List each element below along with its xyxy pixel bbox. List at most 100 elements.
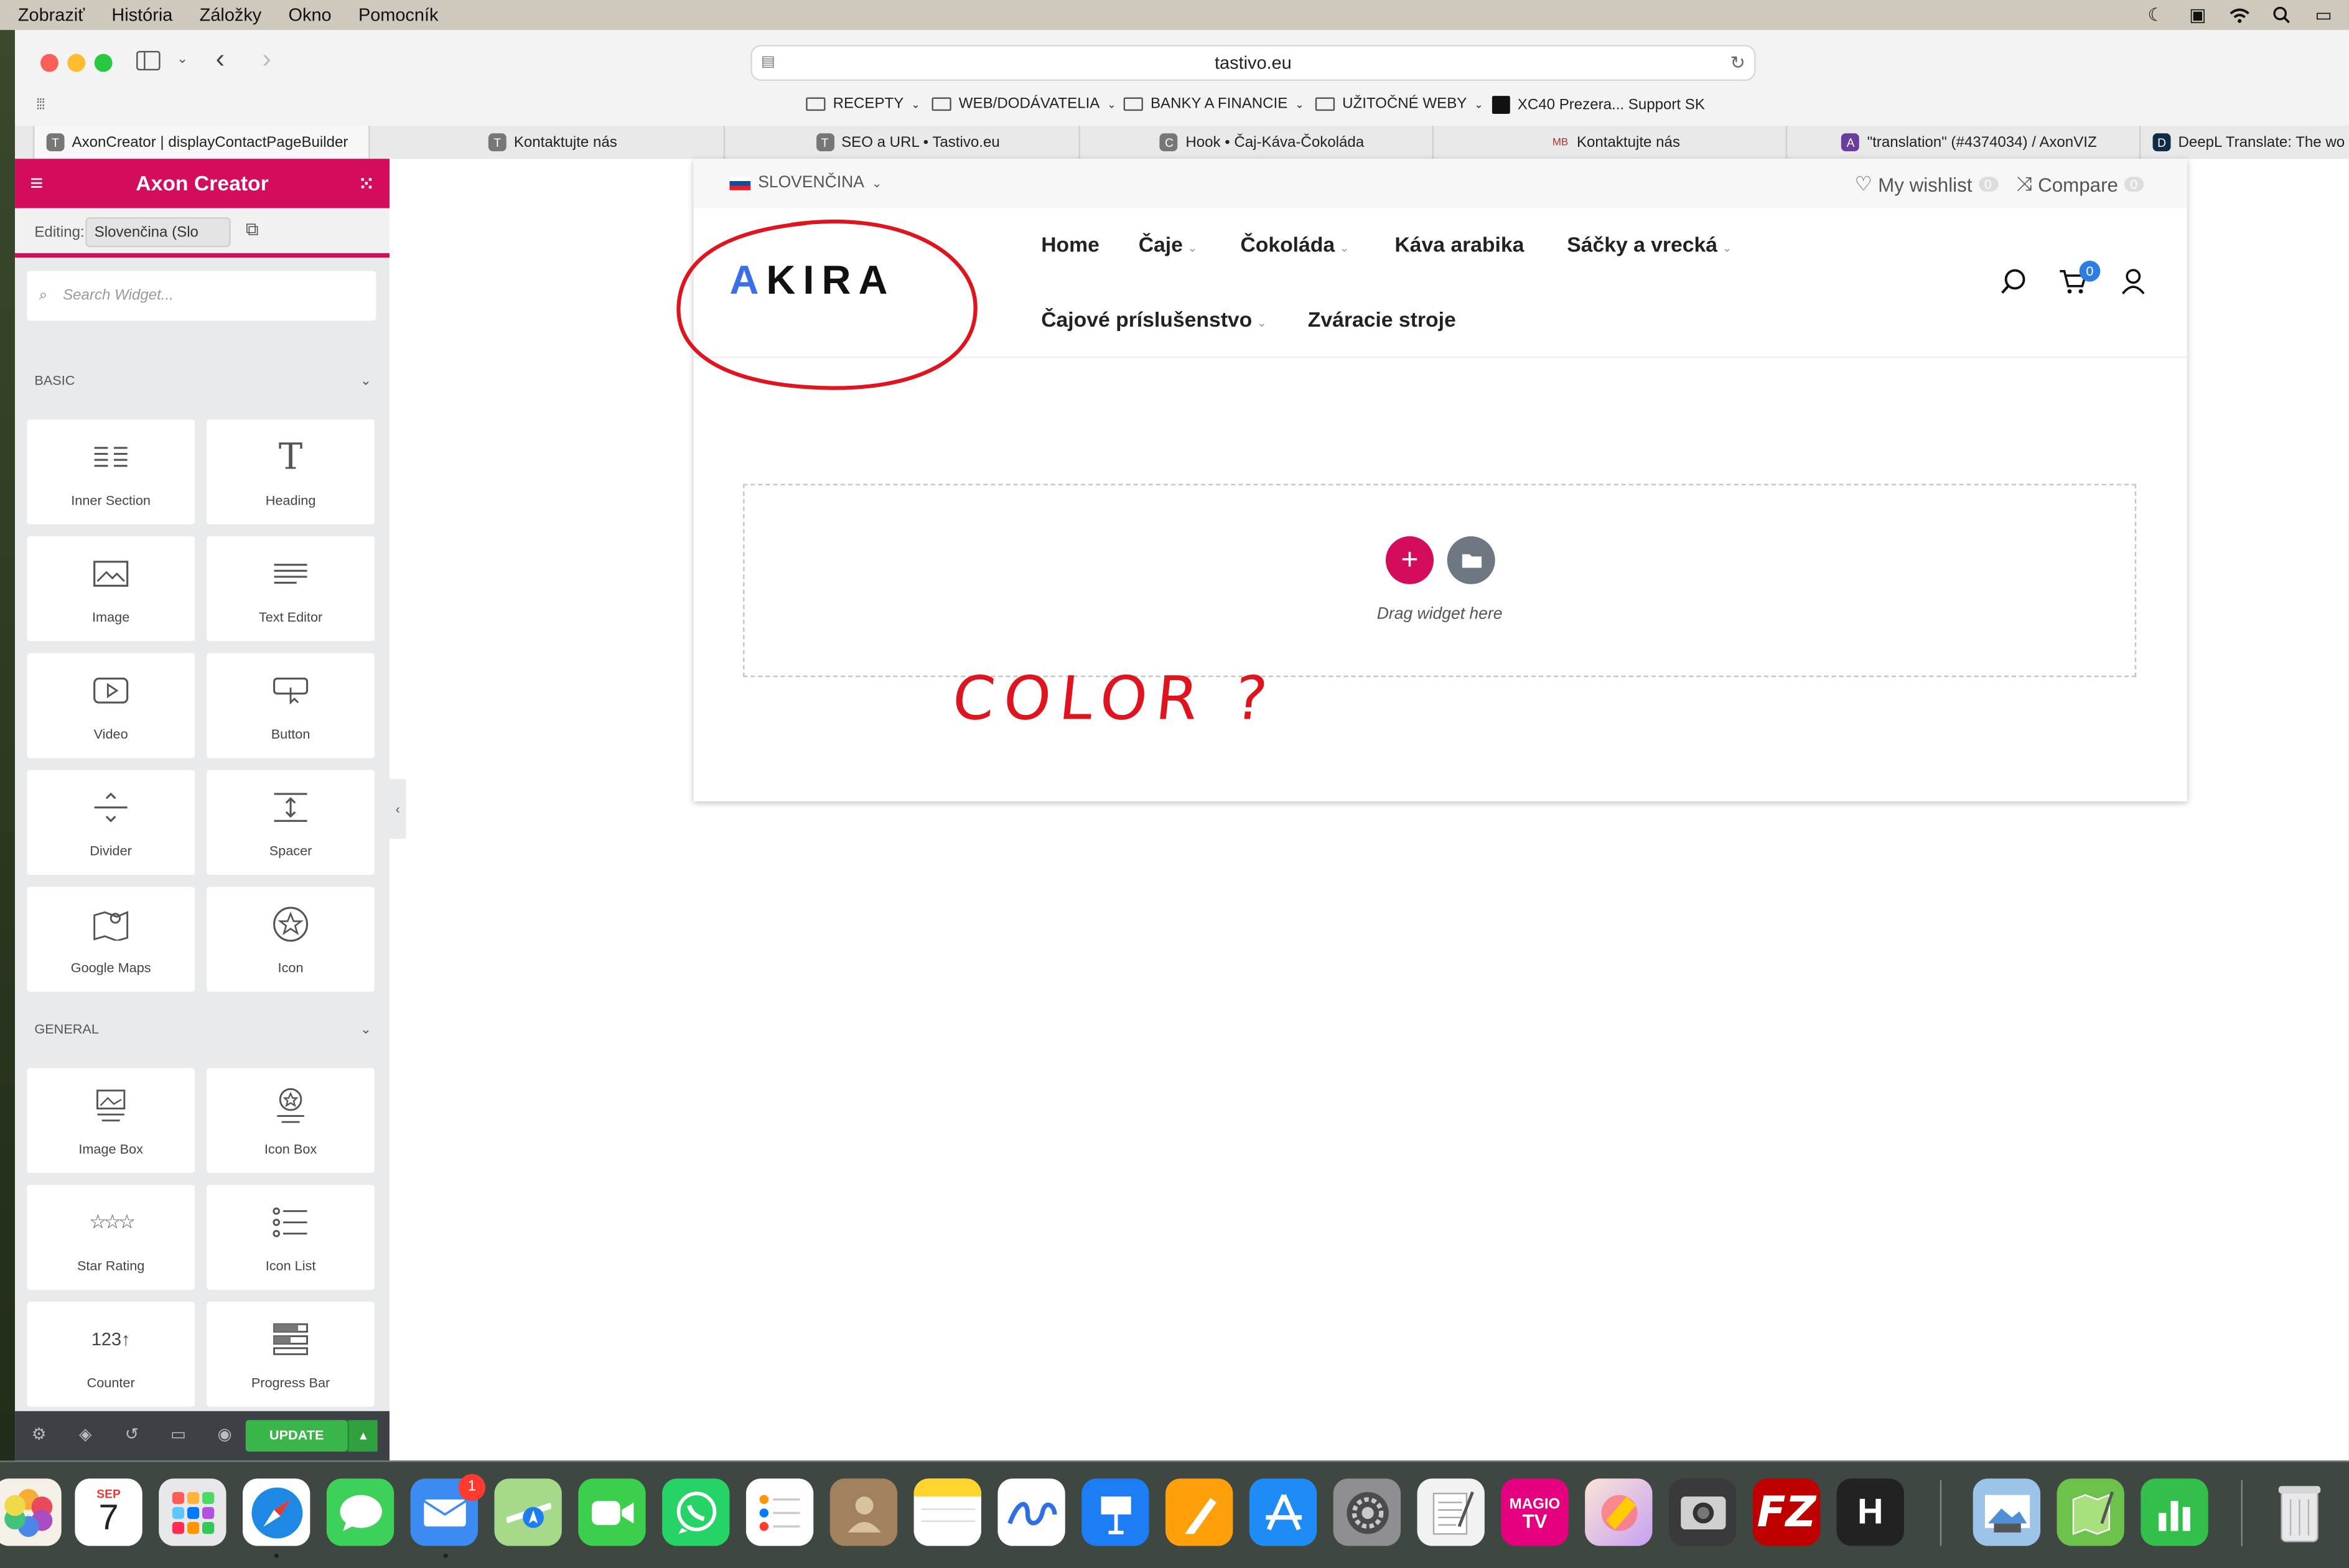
numbers-app-icon[interactable] — [2141, 1478, 2208, 1546]
contacts-app-icon[interactable] — [829, 1478, 898, 1546]
reload-icon[interactable]: ↻ — [1730, 47, 1745, 80]
menu-history[interactable]: História — [111, 4, 172, 26]
category-basic[interactable]: BASIC ⌄ — [34, 373, 371, 389]
page-settings-icon[interactable]: ▤ — [761, 47, 775, 80]
preview-app-icon[interactable] — [1973, 1478, 2041, 1546]
image-capture-app-icon[interactable] — [1668, 1478, 1737, 1546]
responsive-mode-icon[interactable]: ▭ — [168, 1425, 189, 1446]
add-section-button[interactable]: + — [1385, 536, 1434, 584]
menu-window[interactable]: Okno — [289, 4, 332, 26]
nav-caje[interactable]: Čaje ⌄ — [1139, 232, 1198, 256]
drop-zone[interactable]: + Drag widget here — [743, 483, 2137, 678]
tab-seo[interactable]: T SEO a URL • Tastivo.eu — [723, 126, 1079, 159]
wishlist-link[interactable]: ♡ My wishlist 0 — [1854, 172, 1998, 197]
menu-bookmarks[interactable]: Záložky — [200, 4, 262, 26]
nav-sacky[interactable]: Sáčky a vrecká ⌄ — [1567, 232, 1732, 256]
whatsapp-app-icon[interactable] — [662, 1478, 730, 1546]
tab-kontakt-2[interactable]: MB Kontaktujte nás — [1432, 126, 1786, 159]
update-options-caret-icon[interactable]: ▲ — [347, 1420, 378, 1452]
bookmark-folder-web[interactable]: WEB/DODÁVATELIA ⌄ — [932, 96, 1116, 113]
maps-document-app-icon[interactable] — [2057, 1478, 2124, 1546]
tab-kontakt[interactable]: T Kontaktujte nás — [368, 126, 724, 159]
copy-icon[interactable]: ⧉ — [246, 218, 259, 241]
spotlight-icon[interactable] — [2271, 4, 2292, 26]
textedit-app-icon[interactable] — [1417, 1478, 1485, 1546]
notes-app-icon[interactable] — [913, 1478, 981, 1546]
menu-view[interactable]: Zobraziť — [18, 4, 85, 26]
widget-image[interactable]: Image — [27, 536, 195, 642]
magio-tv-app-icon[interactable]: MAGIO TV — [1501, 1478, 1569, 1546]
widget-icon-list[interactable]: Icon List — [207, 1185, 375, 1290]
category-general[interactable]: GENERAL ⌄ — [34, 1022, 371, 1038]
sidebar-toggle-icon[interactable] — [136, 50, 161, 71]
reminders-app-icon[interactable] — [745, 1478, 814, 1546]
close-window-button[interactable] — [40, 54, 58, 72]
bookmark-folder-uzitocne[interactable]: UŽITOČNÉ WEBY ⌄ — [1315, 96, 1483, 113]
safari-app-icon[interactable] — [243, 1478, 311, 1546]
system-settings-app-icon[interactable] — [1333, 1478, 1401, 1546]
widget-video[interactable]: Video — [27, 653, 195, 758]
keynote-app-icon[interactable] — [1081, 1478, 1149, 1546]
add-template-button[interactable] — [1447, 536, 1495, 584]
widget-text-editor[interactable]: Text Editor — [207, 536, 375, 642]
user-account-icon[interactable] — [2121, 268, 2146, 302]
url-bar[interactable]: ▤ tastivo.eu ↻ — [750, 45, 1756, 82]
widget-star-rating[interactable]: ☆☆☆ Star Rating — [27, 1185, 195, 1290]
tab-hook[interactable]: C Hook • Čaj-Káva-Čokoláda — [1078, 126, 1432, 159]
screen-mirroring-icon[interactable]: ▭ — [2313, 4, 2334, 26]
update-button[interactable]: UPDATE — [245, 1420, 348, 1452]
minimize-window-button[interactable] — [67, 54, 86, 72]
widget-counter[interactable]: 123↑ Counter — [27, 1302, 195, 1407]
bookmark-folder-recepty[interactable]: RECEPTY ⌄ — [806, 96, 920, 113]
bookmark-xc40[interactable]: XC40 Prezera... Support SK — [1492, 96, 1705, 114]
settings-gear-icon[interactable]: ⚙ — [29, 1425, 50, 1446]
compare-link[interactable]: ⤨ Compare 0 — [2016, 172, 2144, 197]
messages-app-icon[interactable] — [326, 1478, 395, 1546]
language-select[interactable]: Slovenčina (Slo — [85, 217, 231, 248]
maps-app-icon[interactable] — [494, 1478, 562, 1546]
hamburger-menu-icon[interactable]: ≡ — [30, 159, 43, 208]
filezilla-app-icon[interactable]: FZ — [1752, 1478, 1821, 1546]
wifi-icon[interactable] — [2229, 4, 2250, 26]
forward-icon[interactable]: › — [262, 44, 271, 75]
widget-icon[interactable]: Icon — [207, 887, 375, 992]
widget-icon-box[interactable]: Icon Box — [207, 1068, 375, 1174]
nav-prislusenstvo[interactable]: Čajové príslušenstvo ⌄ — [1041, 307, 1266, 332]
nav-kava[interactable]: Káva arabika — [1394, 232, 1524, 256]
bookmark-folder-banky[interactable]: BANKY A FINANCIE ⌄ — [1123, 96, 1304, 113]
trash-app-icon[interactable] — [2265, 1478, 2332, 1546]
widget-progress-bar[interactable]: Progress Bar — [207, 1302, 375, 1407]
moon-icon[interactable]: ☾ — [2146, 4, 2167, 26]
h-app-icon[interactable]: H — [1836, 1478, 1904, 1546]
language-switcher[interactable]: SLOVENČINA ⌄ — [729, 174, 882, 192]
launchpad-app-icon[interactable] — [159, 1478, 226, 1546]
nav-cokolada[interactable]: Čokoláda ⌄ — [1240, 232, 1349, 256]
widget-search-input[interactable]: ⌕ Search Widget... — [27, 271, 376, 321]
widget-heading[interactable]: T Heading — [207, 419, 375, 525]
app-store-app-icon[interactable] — [1249, 1478, 1317, 1546]
widget-button[interactable]: Button — [207, 653, 375, 758]
photos-app-icon[interactable] — [0, 1478, 62, 1546]
menu-help[interactable]: Pomocník — [358, 4, 438, 26]
tab-deepl[interactable]: D DeepL Translate: The wo — [2139, 126, 2349, 159]
history-icon[interactable]: ↺ — [121, 1425, 142, 1446]
pixelmator-app-icon[interactable] — [1585, 1478, 1653, 1546]
zoom-window-button[interactable] — [94, 54, 113, 72]
widget-inner-section[interactable]: Inner Section — [27, 419, 195, 525]
widgets-grid-icon[interactable]: ⁙ — [358, 159, 375, 208]
navigator-layers-icon[interactable]: ◈ — [75, 1425, 96, 1446]
calendar-app-icon[interactable]: SEP 7 — [75, 1478, 142, 1546]
facetime-app-icon[interactable] — [578, 1478, 646, 1546]
pages-app-icon[interactable] — [1165, 1478, 1233, 1546]
widget-spacer[interactable]: Spacer — [207, 770, 375, 875]
tab-axoncreator[interactable]: T AxonCreator | displayContactPageBuilder — [32, 126, 369, 159]
collapse-panel-handle[interactable]: ‹ — [389, 778, 406, 839]
widget-google-maps[interactable]: Google Maps — [27, 887, 195, 992]
nav-home[interactable]: Home — [1041, 232, 1100, 256]
widget-image-box[interactable]: Image Box — [27, 1068, 195, 1174]
widget-divider[interactable]: Divider — [27, 770, 195, 875]
preview-eye-icon[interactable]: ◉ — [214, 1425, 235, 1446]
search-icon[interactable] — [2000, 268, 2027, 302]
back-icon[interactable]: ‹ — [216, 44, 225, 75]
chevron-down-icon[interactable]: ⌄ — [177, 51, 188, 67]
